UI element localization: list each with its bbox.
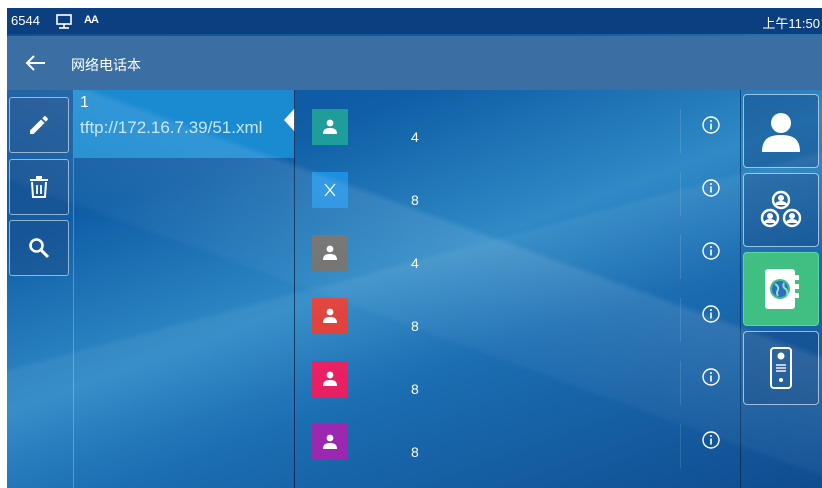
group-button[interactable]: [743, 173, 819, 247]
contact-name: 4: [411, 255, 419, 271]
contact-row[interactable]: 8: [295, 424, 740, 486]
person-icon: [323, 245, 337, 260]
info-icon[interactable]: [700, 240, 722, 262]
directory-item[interactable]: 1 tftp://172.16.7.39/51.xml: [74, 90, 295, 158]
info-icon[interactable]: [700, 303, 722, 325]
contact-name: 8: [411, 381, 419, 397]
door-phone-icon: [770, 347, 792, 389]
person-icon: [323, 371, 337, 386]
network-directory-button[interactable]: [743, 252, 819, 326]
contact-row[interactable]: 4: [295, 235, 740, 297]
font-size-icon: AΑ: [84, 14, 99, 26]
info-icon[interactable]: [700, 366, 722, 388]
directory-index: 1: [80, 94, 89, 111]
person-icon: [323, 308, 337, 323]
contact-icon: [762, 113, 800, 152]
info-icon[interactable]: [700, 429, 722, 451]
network-directory-icon: [765, 269, 799, 309]
contact-avatar: [312, 109, 348, 145]
row-divider: [680, 424, 681, 468]
title-bar: 网络电话本: [7, 36, 822, 90]
directory-url: tftp://172.16.7.39/51.xml: [80, 118, 263, 137]
row-divider: [680, 235, 681, 279]
x-icon: [324, 183, 336, 197]
contact-name: 8: [411, 318, 419, 334]
contact-row[interactable]: 8: [295, 361, 740, 423]
contact-avatar: [312, 298, 348, 334]
contact-row[interactable]: 4: [295, 109, 740, 171]
back-arrow-icon[interactable]: [21, 48, 51, 78]
row-divider: [680, 361, 681, 405]
contact-avatar: [312, 172, 348, 208]
network-icon: [56, 14, 72, 29]
page-title: 网络电话本: [71, 57, 141, 73]
intercom-button[interactable]: [743, 331, 819, 405]
pencil-icon: [30, 116, 48, 134]
contact-row[interactable]: 8: [295, 172, 740, 234]
contact-avatar: [312, 424, 348, 460]
person-icon: [323, 434, 337, 449]
person-icon: [323, 119, 337, 134]
local-contacts-button[interactable]: [743, 94, 819, 168]
info-icon[interactable]: [700, 114, 722, 136]
delete-button[interactable]: [9, 159, 69, 215]
group-icon: [760, 190, 802, 228]
contact-name: 4: [411, 129, 419, 145]
row-divider: [680, 172, 681, 216]
search-icon: [29, 238, 50, 259]
device-frame: 6544 AΑ 上午11:50 网络电话本 1 tftp://172.16.7.…: [7, 8, 822, 488]
edit-button[interactable]: [9, 97, 69, 153]
trash-icon: [30, 176, 48, 198]
info-icon[interactable]: [700, 177, 722, 199]
contact-name: 8: [411, 444, 419, 460]
contact-avatar: [312, 235, 348, 271]
search-button[interactable]: [9, 220, 69, 276]
row-divider: [680, 298, 681, 342]
contact-name: 8: [411, 192, 419, 208]
contact-avatar: [312, 361, 348, 397]
right-divider: [740, 90, 741, 488]
row-divider: [680, 109, 681, 153]
extension-number: 6544: [11, 13, 40, 28]
phone-screen: 6544 AΑ 上午11:50 网络电话本 1 tftp://172.16.7.…: [0, 0, 822, 488]
contact-row[interactable]: 8: [295, 298, 740, 360]
status-bar: 6544 AΑ 上午11:50: [7, 8, 822, 34]
status-time: 上午11:50: [762, 16, 820, 31]
